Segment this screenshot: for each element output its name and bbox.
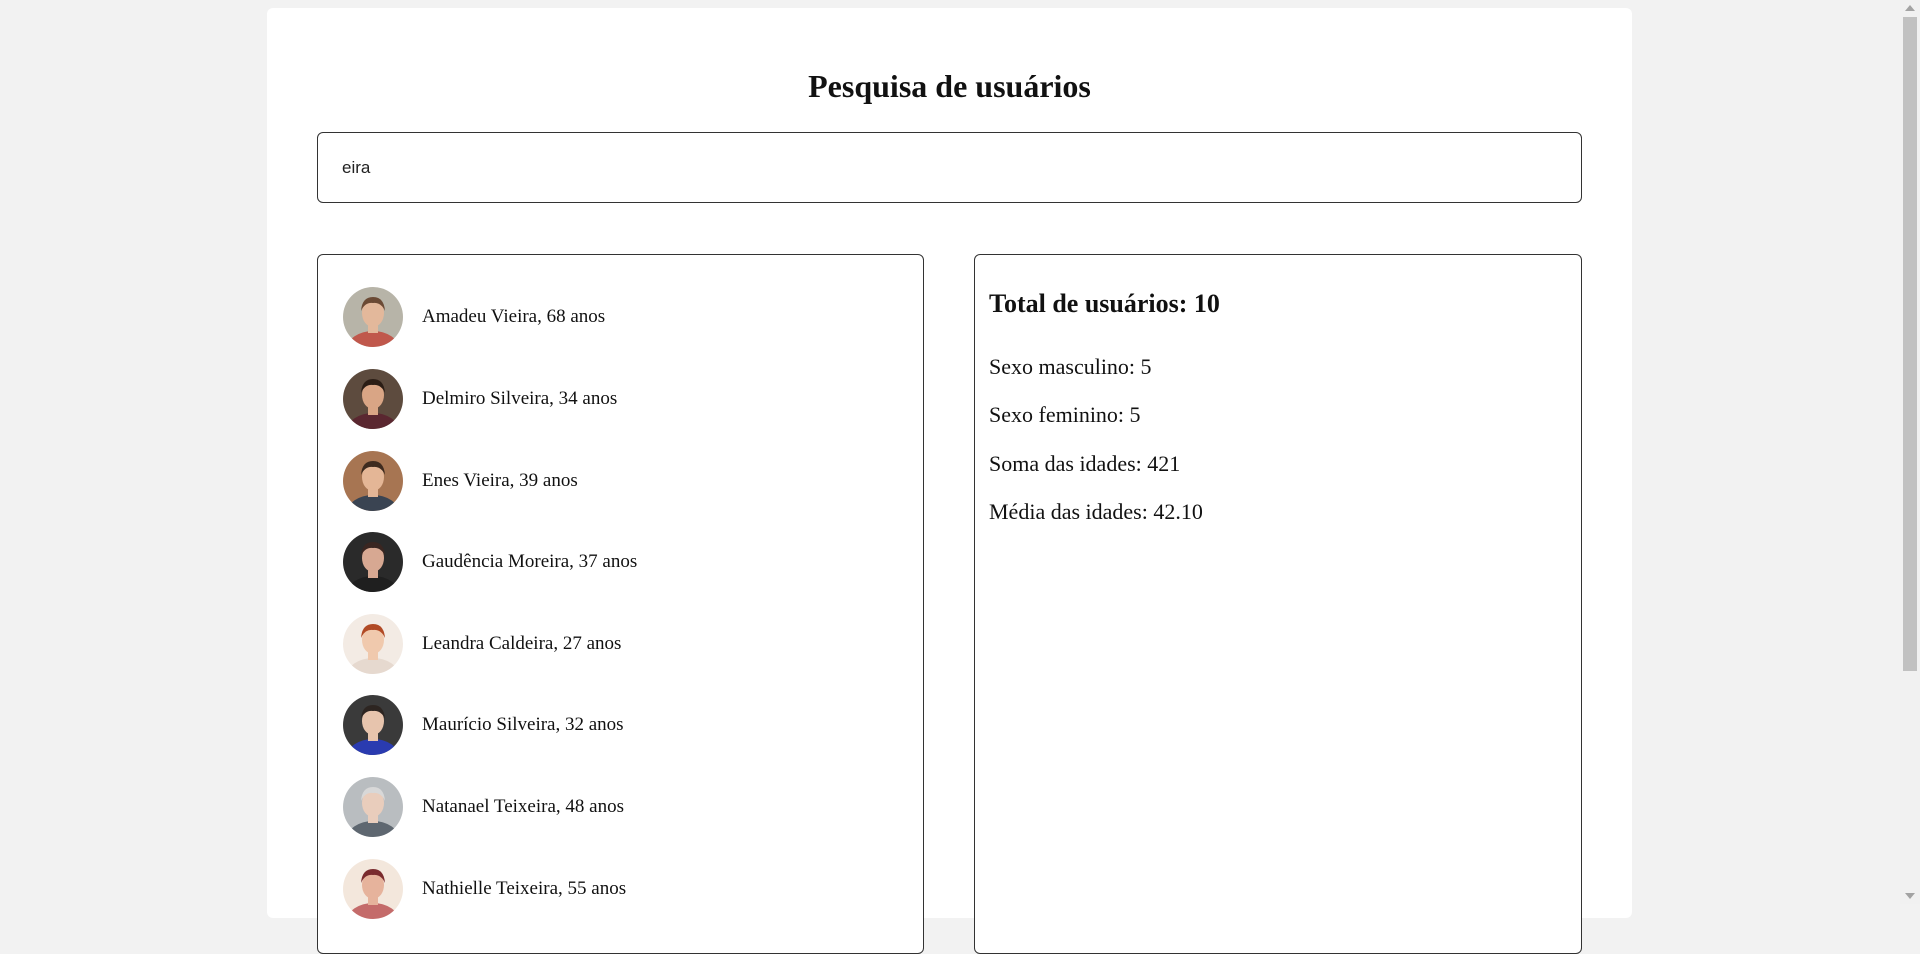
page-scrollbar[interactable] (1900, 0, 1920, 904)
avatar (343, 695, 403, 755)
list-item: Amadeu Vieira, 68 anos (343, 287, 605, 347)
list-item: Nathielle Teixeira, 55 anos (343, 859, 626, 919)
list-item: Leandra Caldeira, 27 anos (343, 614, 621, 674)
male-count: Sexo masculino: 5 (989, 354, 1152, 379)
avatar (343, 777, 403, 837)
user-label: Amadeu Vieira, 68 anos (422, 306, 606, 327)
list-item: Delmiro Silveira, 34 anos (343, 369, 617, 429)
avatar (343, 614, 403, 674)
main-card: Pesquisa de usuários Amadeu Vieira, 68 a… (267, 8, 1632, 954)
users-panel: Amadeu Vieira, 68 anos Delmiro Silveira,… (317, 254, 924, 954)
total-users: Total de usuários: 10 (989, 289, 1220, 318)
female-count: Sexo feminino: 5 (989, 402, 1141, 427)
avatar (343, 859, 403, 919)
scrollbar-thumb[interactable] (1903, 17, 1917, 671)
user-label: Enes Vieira, 39 anos (422, 470, 578, 491)
list-item: Enes Vieira, 39 anos (343, 451, 578, 511)
avatar (343, 287, 403, 347)
scroll-down-arrow-icon[interactable] (1905, 893, 1915, 899)
avatar (343, 369, 403, 429)
user-label: Delmiro Silveira, 34 anos (422, 388, 618, 409)
avatar (343, 532, 403, 592)
avatar (343, 451, 403, 511)
user-label: Maurício Silveira, 32 anos (422, 714, 624, 735)
page-title: Pesquisa de usuários (808, 68, 1091, 104)
sum-ages: Soma das idades: 421 (989, 451, 1181, 476)
list-item: Natanael Teixeira, 48 anos (343, 777, 624, 837)
user-label: Gaudência Moreira, 37 anos (422, 551, 638, 572)
search-input[interactable] (317, 132, 1582, 203)
user-label: Natanael Teixeira, 48 anos (422, 796, 624, 817)
scroll-up-arrow-icon[interactable] (1905, 5, 1915, 11)
avg-ages: Média das idades: 42.10 (989, 499, 1203, 524)
user-label: Leandra Caldeira, 27 anos (422, 633, 622, 654)
list-item: Gaudência Moreira, 37 anos (343, 532, 637, 592)
stats-panel: Total de usuários: 10 Sexo masculino: 5 … (974, 254, 1582, 954)
user-label: Nathielle Teixeira, 55 anos (422, 878, 627, 899)
list-item: Maurício Silveira, 32 anos (343, 695, 624, 755)
